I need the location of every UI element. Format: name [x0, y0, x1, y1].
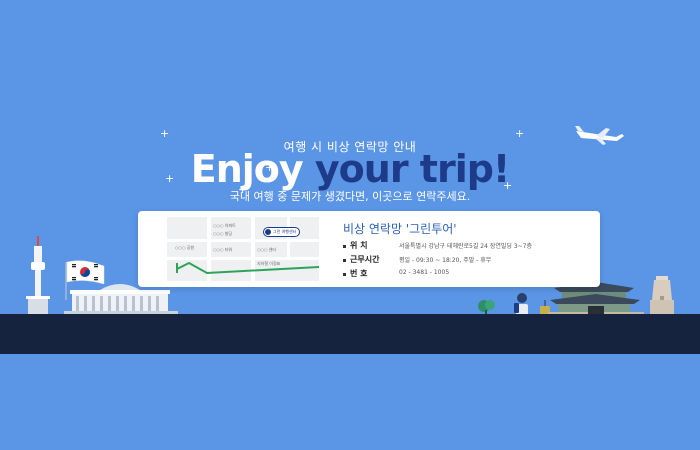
bullet-icon [343, 273, 346, 276]
map-label: ○○○ 센터 [257, 247, 277, 252]
bullet-icon [343, 245, 346, 248]
bullet-icon [343, 259, 346, 262]
banner-title: Enjoy your trip! [0, 146, 700, 192]
national-assembly-icon [64, 284, 178, 314]
info-label: 번 호 [350, 269, 368, 278]
title-part-your-trip: your trip! [314, 147, 510, 191]
palace-gate-icon [548, 282, 644, 316]
map-label: ○○○ 아파트 [213, 223, 236, 228]
map-location-marker[interactable]: 그린 여행센터 [263, 227, 301, 237]
pin-icon [265, 229, 271, 235]
seoul-tower-icon [26, 236, 50, 314]
location-map[interactable]: ○○○ 아파트 ○○○ 빌딩 ○○○ 공원 ○○○ 타워 ○○○ 센터 지하철 … [167, 217, 319, 281]
info-value: 평일 - 09:30 ~ 18:20, 주말 - 휴무 [399, 257, 492, 264]
ground-strip [0, 314, 700, 354]
info-value: 서울특별시 강남구 테헤란로5길 24 장연빌딩 3~7층 [399, 243, 533, 250]
card-title: 비상 연락망 '그린투어' [343, 222, 457, 236]
map-label: 지하철 이정표 [257, 261, 281, 266]
banner-description: 국내 여행 중 문제가 생겼다면, 이곳으로 연락주세요. [229, 190, 471, 203]
tree-icon [478, 300, 495, 315]
info-label: 근무시간 [350, 255, 380, 264]
map-label: ○○○ 공원 [175, 245, 195, 250]
stone-pagoda-icon [650, 276, 674, 314]
map-label: ○○○ 빌딩 [213, 231, 233, 236]
marker-label: 그린 여행센터 [273, 229, 297, 234]
title-part-enjoy: Enjoy [190, 147, 315, 191]
map-label: ○○○ 타워 [213, 247, 233, 252]
info-value[interactable]: 02 - 3481 - 1005 [399, 269, 449, 276]
info-label: 위 치 [350, 241, 368, 250]
